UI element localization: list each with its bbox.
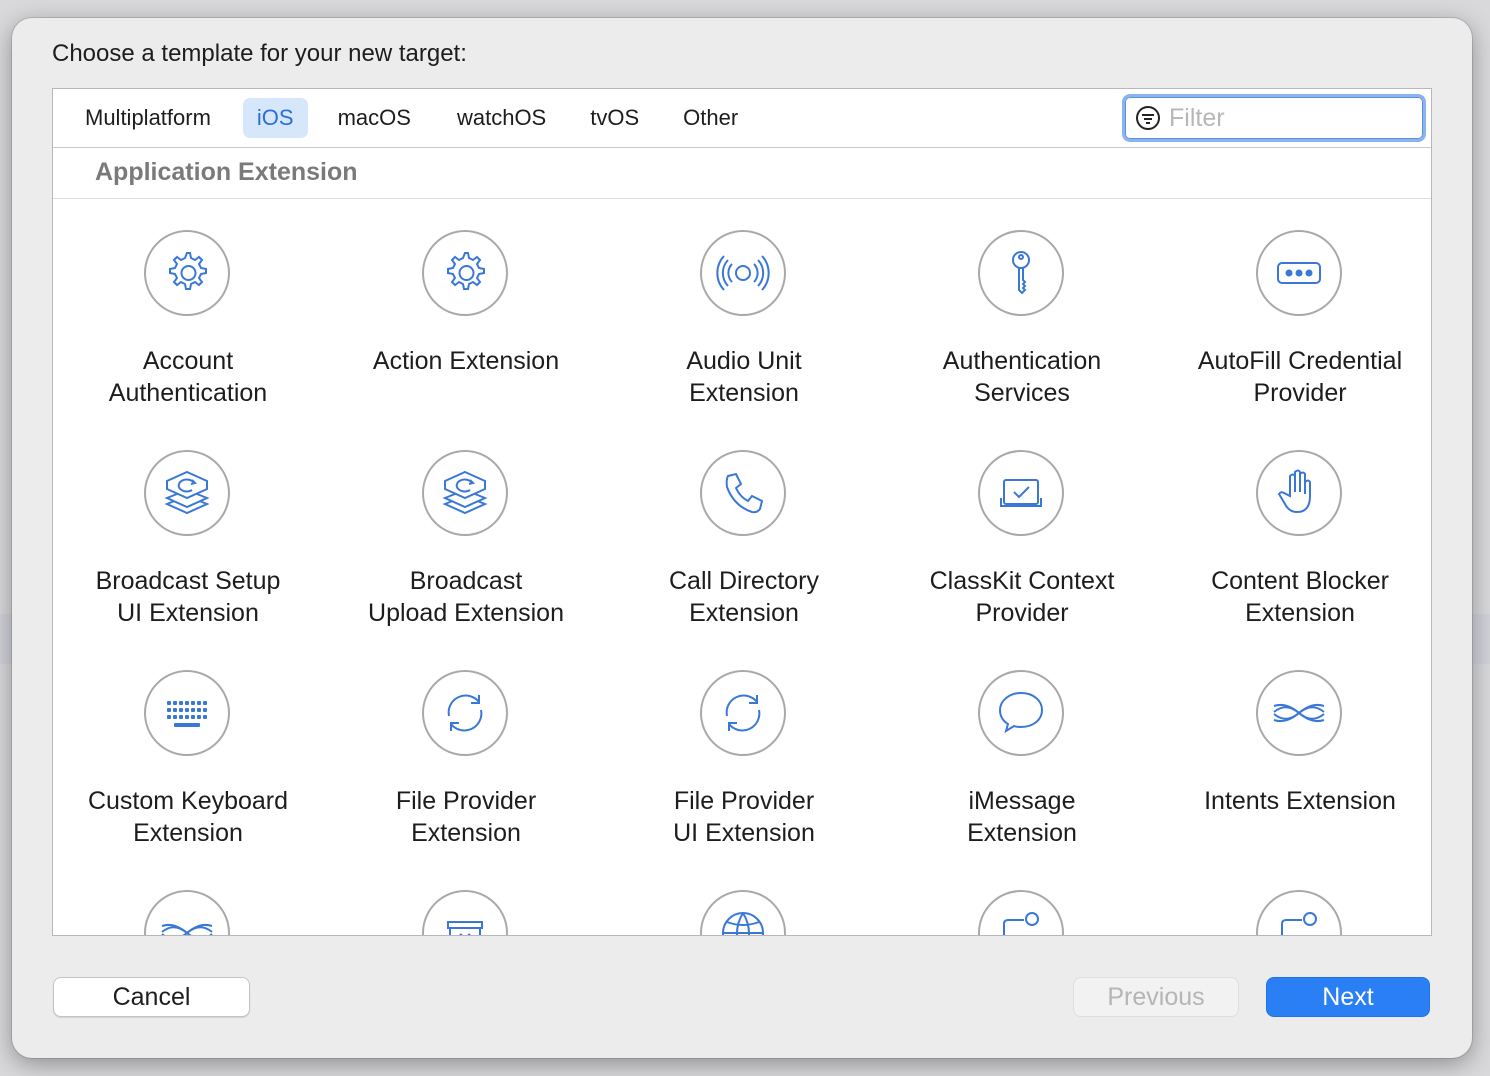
- tab-macos[interactable]: macOS: [324, 98, 425, 138]
- template-item[interactable]: Action Extension: [331, 200, 601, 420]
- password-dots-icon: [1256, 230, 1342, 316]
- gear-icon: [144, 230, 230, 316]
- template-item[interactable]: Content Blocker Extension: [1165, 420, 1431, 640]
- template-label: Audio Unit Extension: [686, 347, 802, 407]
- template-item[interactable]: [53, 860, 323, 935]
- template-label: Content Blocker Extension: [1211, 567, 1389, 627]
- template-item[interactable]: [331, 860, 601, 935]
- template-item[interactable]: Audio Unit Extension: [609, 200, 879, 420]
- notification-frame-icon: [978, 890, 1064, 935]
- platform-tab-bar: Multiplatform iOS macOS watchOS tvOS Oth…: [53, 89, 1431, 148]
- template-item[interactable]: Call Directory Extension: [609, 420, 879, 640]
- template-item[interactable]: [609, 860, 879, 935]
- template-label: Intents Extension: [1204, 787, 1396, 815]
- next-button[interactable]: Next: [1266, 977, 1430, 1017]
- template-label: ClassKit Context Provider: [929, 567, 1115, 627]
- template-label: File Provider Extension: [395, 787, 537, 847]
- tab-tvos[interactable]: tvOS: [576, 98, 653, 138]
- new-target-sheet: Choose a template for your new target: M…: [12, 18, 1472, 1058]
- filter-input[interactable]: [1167, 102, 1411, 134]
- section-header: Application Extension: [53, 148, 1431, 199]
- template-item[interactable]: Authentication Services: [887, 200, 1157, 420]
- tab-ios[interactable]: iOS: [242, 98, 308, 138]
- cancel-button[interactable]: Cancel: [53, 977, 250, 1017]
- template-label: Authentication Services: [942, 347, 1102, 407]
- previous-button[interactable]: Previous: [1073, 977, 1239, 1017]
- section-title: Application Extension: [95, 158, 358, 186]
- key-icon: [978, 230, 1064, 316]
- template-label: iMessage Extension: [967, 787, 1077, 847]
- audio-waves-icon: [700, 230, 786, 316]
- tab-multiplatform[interactable]: Multiplatform: [71, 98, 225, 138]
- speech-bubble-icon: [978, 670, 1064, 756]
- sync-arrows-icon: [422, 670, 508, 756]
- template-item[interactable]: Intents Extension: [1165, 640, 1431, 860]
- filter-field[interactable]: [1122, 94, 1426, 142]
- classkit-check-icon: [978, 450, 1064, 536]
- sync-arrows-icon: [700, 670, 786, 756]
- keyboard-icon: [144, 670, 230, 756]
- raised-hand-icon: [1256, 450, 1342, 536]
- template-item[interactable]: iMessage Extension: [887, 640, 1157, 860]
- template-label: AutoFill Credential Provider: [1197, 347, 1403, 407]
- template-item[interactable]: Custom Keyboard Extension: [53, 640, 323, 860]
- filter-icon: [1136, 106, 1160, 130]
- tab-other[interactable]: Other: [669, 98, 752, 138]
- template-label: Broadcast Setup UI Extension: [95, 567, 281, 627]
- template-item[interactable]: File Provider UI Extension: [609, 640, 879, 860]
- gear-icon: [422, 230, 508, 316]
- template-label: Custom Keyboard Extension: [87, 787, 289, 847]
- inbox-tray-icon: [422, 890, 508, 935]
- template-item[interactable]: Broadcast Upload Extension: [331, 420, 601, 640]
- template-label: Broadcast Upload Extension: [368, 567, 564, 627]
- template-label: File Provider UI Extension: [673, 787, 815, 847]
- sheet-prompt: Choose a template for your new target:: [52, 40, 467, 67]
- notification-frame-icon: [1256, 890, 1342, 935]
- tab-watchos[interactable]: watchOS: [443, 98, 560, 138]
- template-item[interactable]: File Provider Extension: [331, 640, 601, 860]
- template-item[interactable]: Broadcast Setup UI Extension: [53, 420, 323, 640]
- globe-icon: [700, 890, 786, 935]
- phone-icon: [700, 450, 786, 536]
- template-item[interactable]: [887, 860, 1157, 935]
- template-item[interactable]: Account Authentication: [53, 200, 323, 420]
- template-item[interactable]: ClassKit Context Provider: [887, 420, 1157, 640]
- template-label: Account Authentication: [108, 347, 268, 407]
- intents-waves-icon: [144, 890, 230, 935]
- template-label: Call Directory Extension: [668, 567, 820, 627]
- template-item[interactable]: AutoFill Credential Provider: [1165, 200, 1431, 420]
- template-grid: Account Authentication Action Extension A…: [53, 200, 1431, 935]
- template-label: Action Extension: [372, 347, 560, 375]
- template-item[interactable]: [1165, 860, 1431, 935]
- template-browser: Multiplatform iOS macOS watchOS tvOS Oth…: [52, 88, 1432, 936]
- broadcast-stack-icon: [422, 450, 508, 536]
- intents-waves-icon: [1256, 670, 1342, 756]
- broadcast-stack-icon: [144, 450, 230, 536]
